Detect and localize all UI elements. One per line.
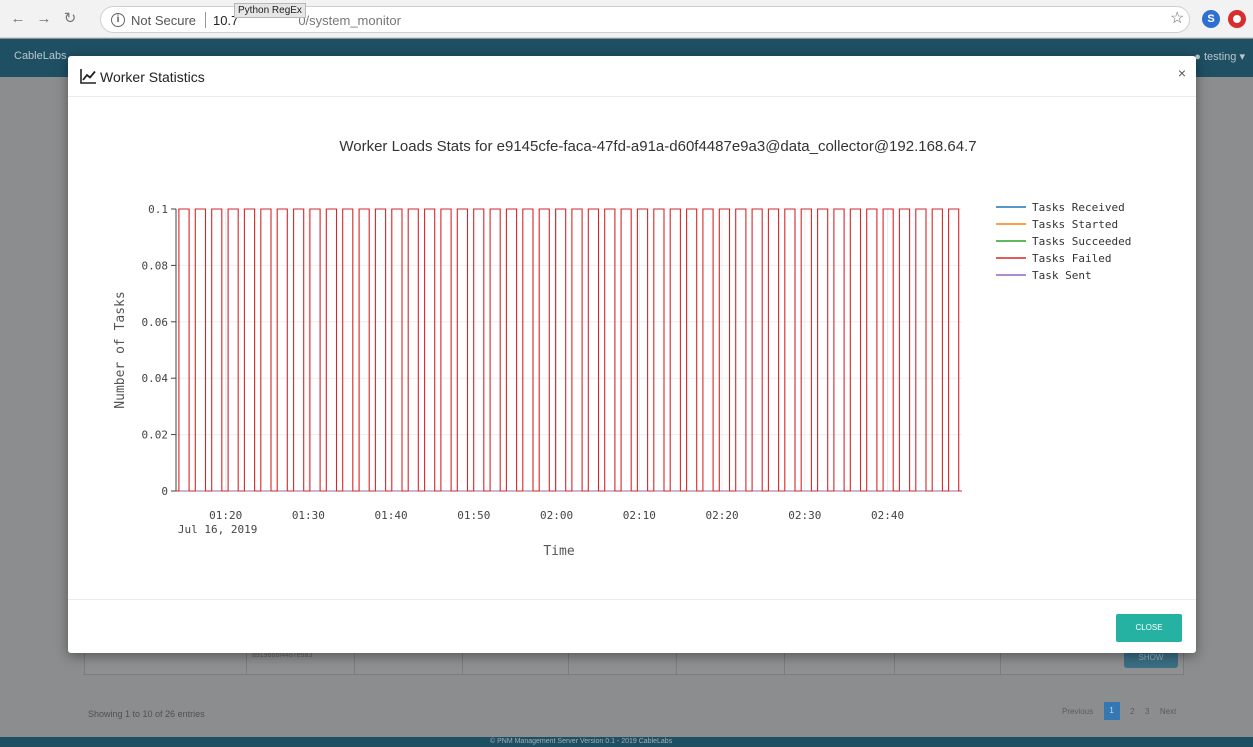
x-tick-label: 02:20 xyxy=(706,509,739,522)
x-axis-label: Time xyxy=(543,544,574,559)
worker-loads-chart: 0 0.02 0.04 0.06 0.08 0.1 01:20 01:30 01:40 01:5… xyxy=(113,201,1131,559)
y-tick-label: 0.04 xyxy=(142,372,169,385)
close-icon[interactable]: × xyxy=(1178,65,1186,81)
tooltip: Python RegEx xyxy=(234,3,306,18)
modal-title: Worker Statistics xyxy=(100,69,205,85)
worker-statistics-modal: Worker Statistics × Worker Loads Stats f… xyxy=(68,56,1196,653)
y-tick-label: 0 xyxy=(161,485,168,498)
reload-icon[interactable]: ↻ xyxy=(60,9,80,29)
x-tick-label: 02:30 xyxy=(788,509,821,522)
pager-page-1[interactable]: 1 xyxy=(1103,702,1120,720)
address-separator xyxy=(205,12,206,28)
close-button[interactable]: CLOSE xyxy=(1116,614,1182,642)
forward-arrow-icon[interactable]: → xyxy=(34,9,54,29)
y-axis-ticks: 0 0.02 0.04 0.06 0.08 0.1 xyxy=(142,203,177,498)
user-name: testing xyxy=(1204,51,1237,63)
modal-header: Worker Statistics × xyxy=(68,56,1196,97)
y-axis-label: Number of Tasks xyxy=(113,291,128,408)
not-secure-label: Not Secure xyxy=(131,13,197,28)
y-tick-label: 0.06 xyxy=(142,316,169,329)
line-chart-icon xyxy=(80,69,96,84)
x-tick-label: 02:40 xyxy=(871,509,904,522)
legend-label: Task Sent xyxy=(1032,269,1092,282)
pager-page-2[interactable]: 2 xyxy=(1130,707,1134,716)
app-logo: CableLabs xyxy=(14,50,67,62)
pagination: Previous 1 2 3 Next xyxy=(1062,702,1182,720)
x-tick-label: 01:40 xyxy=(375,509,408,522)
pager-previous[interactable]: Previous xyxy=(1062,707,1093,716)
pager-page-3[interactable]: 3 xyxy=(1145,707,1149,716)
y-tick-label: 0.08 xyxy=(142,259,169,272)
modal-footer: CLOSE xyxy=(68,599,1196,653)
user-menu[interactable]: ● testing ▾ xyxy=(1194,50,1245,63)
series-tasks-failed xyxy=(176,208,962,492)
legend-label: Tasks Received xyxy=(1032,201,1125,214)
x-tick-label: 01:20 xyxy=(209,509,242,522)
info-icon[interactable]: i xyxy=(111,13,125,27)
y-tick-label: 0.02 xyxy=(142,429,169,442)
legend-label: Tasks Started xyxy=(1032,218,1118,231)
pager-next[interactable]: Next xyxy=(1160,707,1176,716)
entries-info: Showing 1 to 10 of 26 entries xyxy=(88,709,205,719)
back-arrow-icon[interactable]: ← xyxy=(8,9,28,29)
series-line-tasks-failed xyxy=(176,208,962,492)
x-tick-label: 01:30 xyxy=(292,509,325,522)
browser-toolbar: ← → ↻ i Not Secure 10.7 0/system_monitor … xyxy=(0,0,1253,38)
x-tick-label: 01:50 xyxy=(457,509,490,522)
x-tick-label: 02:10 xyxy=(623,509,656,522)
chart-legend: Tasks Received Tasks Started Tasks Succeed… xyxy=(996,201,1131,282)
legend-label: Tasks Failed xyxy=(1032,252,1111,265)
star-icon[interactable]: ☆ xyxy=(1170,8,1184,28)
profile-avatar[interactable]: S xyxy=(1202,10,1220,28)
x-axis-ticks: 01:20 01:30 01:40 01:50 02:00 02:10 02:20 02:30… xyxy=(209,509,904,522)
footer-text: © PNM Management Server Version 0.1 - 20… xyxy=(490,738,673,745)
x-axis-date-label: Jul 16, 2019 xyxy=(178,523,257,536)
x-tick-label: 02:00 xyxy=(540,509,573,522)
table-cell: a919d66f4487e9a3 xyxy=(252,652,313,659)
opera-extension-icon[interactable] xyxy=(1228,10,1246,28)
legend-label: Tasks Succeeded xyxy=(1032,235,1131,248)
y-tick-label: 0.1 xyxy=(148,203,168,216)
